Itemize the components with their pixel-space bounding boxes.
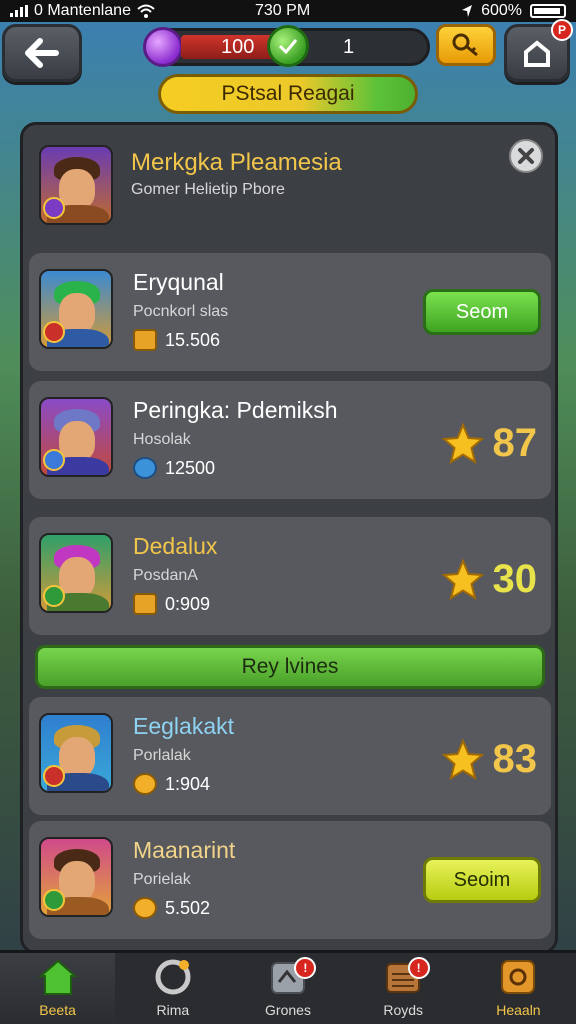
stat-value: 15.506	[165, 329, 221, 350]
player-stat: 5.502	[133, 897, 210, 919]
target-icon	[497, 956, 539, 998]
player-name: Peringka: Pdemiksh	[133, 397, 338, 423]
list-item[interactable]: Eryqunal Pocnkorl slas 15.506 Seom	[29, 253, 551, 371]
status-left: 0 Mantenlane	[10, 2, 155, 20]
list-item[interactable]: Eeglakakt Porlalak 1:904 83	[29, 697, 551, 815]
nav-beeta[interactable]: Beeta	[0, 953, 116, 1024]
score: 83	[441, 737, 538, 782]
player-subtitle: Hosolak	[133, 431, 191, 448]
section-button[interactable]: Rey lvines	[35, 645, 545, 689]
avatar	[39, 397, 113, 477]
currency-bar: 100 1	[143, 25, 430, 67]
nav-label: Royds	[383, 1002, 424, 1018]
nav-label: Beeta	[39, 1002, 76, 1018]
leaderboard-panel: Merkgka Pleamesia Gomer Helietip Pbore E…	[20, 122, 558, 954]
star-icon	[441, 557, 484, 600]
emblem-icon	[43, 449, 65, 471]
stat-value: 5.502	[165, 897, 211, 918]
page-title: PStsal Reagai	[158, 74, 418, 114]
score-value: 87	[492, 421, 538, 465]
player-subtitle: Porlalak	[133, 747, 191, 764]
list-item[interactable]: Dedalux PosdanA 0:909 30	[29, 517, 551, 635]
carrier-label: 0 Mantenlane	[34, 2, 131, 19]
stat-value: 1:904	[165, 773, 211, 794]
score: 30	[441, 557, 538, 602]
status-right: 600%	[461, 2, 566, 20]
emblem-icon	[43, 765, 65, 787]
avatar	[39, 269, 113, 349]
house-icon	[524, 40, 550, 67]
emblem-icon	[43, 197, 65, 219]
refresh-icon	[152, 956, 194, 998]
chest-icon	[133, 593, 157, 615]
player-name: Eeglakakt	[133, 713, 235, 739]
battery-icon	[530, 4, 566, 18]
bottom-nav: Beeta Rima ! Grones ! Royds Heaaln	[0, 950, 576, 1024]
shop-badge: P	[551, 19, 573, 41]
player-stat: 12500	[133, 457, 215, 479]
nav-badge: !	[407, 957, 430, 979]
nav-label: Grones	[265, 1002, 311, 1018]
status-time: 730 PM	[255, 2, 311, 19]
list-item[interactable]: Maanarint Porielak 5.502 Seoim	[29, 821, 551, 939]
wifi-icon	[137, 4, 155, 18]
shop-button[interactable]: P	[504, 19, 573, 82]
nav-label: Rima	[156, 1002, 190, 1018]
stat-value: 0:909	[165, 593, 211, 614]
featured-player: Merkgka Pleamesia Gomer Helietip Pbore	[23, 125, 555, 245]
emblem-icon	[43, 889, 65, 911]
gem-count: 100	[221, 36, 255, 58]
player-name: Dedalux	[133, 533, 218, 559]
coin-icon	[133, 773, 157, 795]
key-button[interactable]	[436, 24, 496, 66]
nav-rima[interactable]: Rima	[115, 953, 230, 1024]
chest-icon	[133, 329, 157, 351]
player-name: Maanarint	[133, 837, 236, 863]
list-item[interactable]: Peringka: Pdemiksh Hosolak 12500 87	[29, 381, 551, 499]
score: 87	[441, 421, 538, 466]
battery-label: 600%	[481, 2, 522, 19]
player-stat: 0:909	[133, 593, 210, 615]
score-value: 83	[492, 737, 538, 781]
status-bar: 0 Mantenlane 730 PM 600%	[0, 0, 576, 22]
nav-badge: !	[294, 957, 317, 979]
close-button[interactable]	[509, 139, 543, 173]
swirl-icon	[133, 457, 157, 479]
location-icon	[462, 5, 473, 17]
nav-heaaln[interactable]: Heaaln	[461, 953, 576, 1024]
star-icon	[441, 421, 484, 464]
avatar	[39, 837, 113, 917]
featured-subtitle: Gomer Helietip Pbore	[131, 181, 285, 198]
player-subtitle: Porielak	[133, 871, 191, 888]
coin-icon	[267, 25, 309, 67]
seom-button[interactable]: Seom	[423, 289, 541, 335]
avatar	[39, 533, 113, 613]
stat-value: 12500	[165, 457, 216, 478]
signal-icon	[10, 5, 28, 17]
coin-count: 1	[343, 36, 355, 58]
score-value: 30	[492, 557, 538, 601]
featured-name: Merkgka Pleamesia	[131, 149, 342, 176]
emblem-icon	[43, 321, 65, 343]
nav-royds[interactable]: ! Royds	[346, 953, 461, 1024]
gem-icon	[143, 27, 183, 67]
emblem-icon	[43, 585, 65, 607]
seoim-button[interactable]: Seoim	[423, 857, 541, 903]
close-icon	[518, 148, 534, 164]
player-stat: 15.506	[133, 329, 220, 351]
nav-grones[interactable]: ! Grones	[230, 953, 345, 1024]
nav-label: Heaaln	[496, 1002, 541, 1018]
star-icon	[441, 737, 484, 780]
player-name: Eryqunal	[133, 269, 224, 295]
avatar	[39, 145, 113, 225]
key-icon	[452, 33, 478, 57]
coin-icon	[133, 897, 157, 919]
arrow-left-icon	[25, 38, 59, 68]
home-icon	[37, 956, 79, 998]
avatar	[39, 713, 113, 793]
player-stat: 1:904	[133, 773, 210, 795]
player-subtitle: PosdanA	[133, 567, 198, 584]
player-subtitle: Pocnkorl slas	[133, 303, 229, 320]
back-button[interactable]	[2, 24, 82, 82]
